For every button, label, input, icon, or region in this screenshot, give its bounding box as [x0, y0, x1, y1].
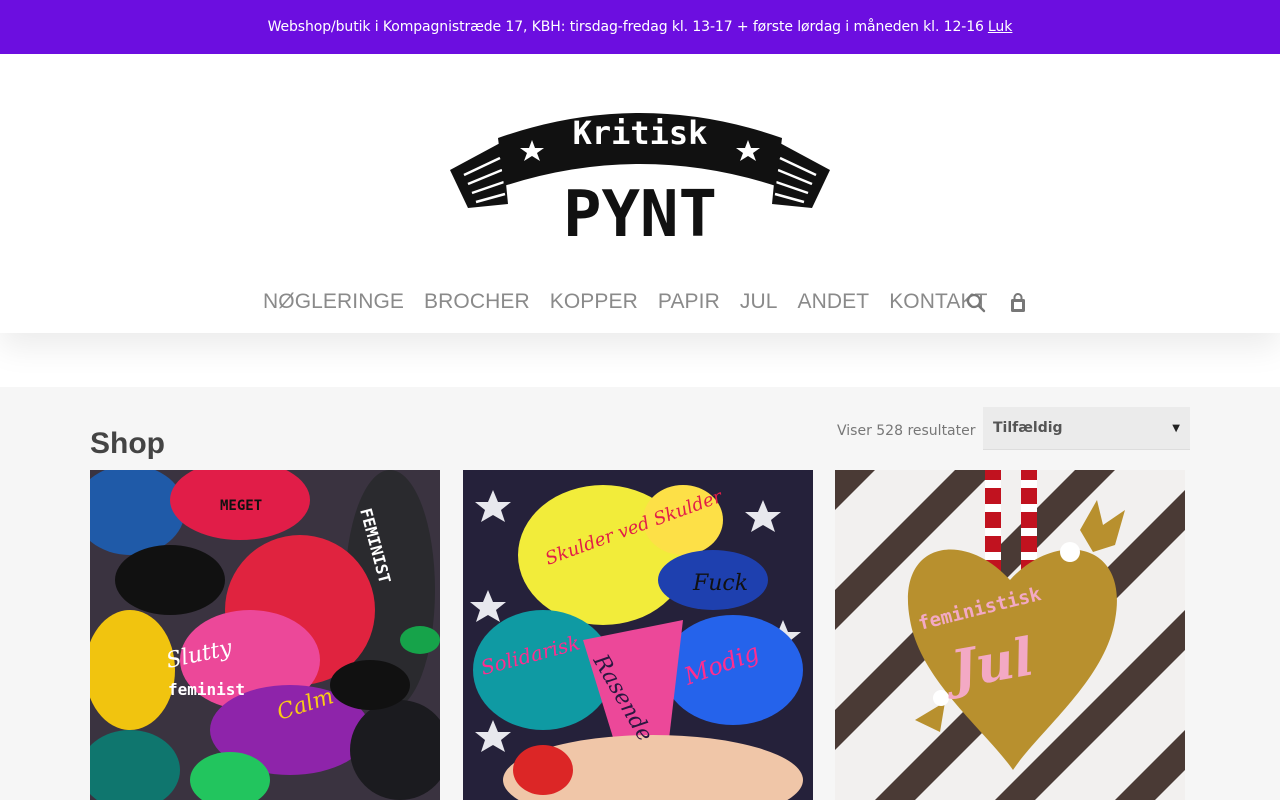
announcement-text: Webshop/butik i Kompagnistræde 17, KBH: …: [267, 19, 984, 35]
nav-item-papir[interactable]: PAPIR: [658, 290, 720, 314]
nav-item-jul[interactable]: JUL: [740, 290, 778, 314]
page-title: Shop: [90, 427, 165, 460]
product-image: feministisk Jul: [835, 470, 1185, 800]
nav-item-brocher[interactable]: BROCHER: [424, 290, 530, 314]
header-spacer: [0, 333, 1280, 387]
product-card[interactable]: Skulder ved Skulder Solidarisk Rasende M…: [463, 470, 813, 800]
nav-item-andet[interactable]: ANDET: [798, 290, 870, 314]
chevron-down-icon: ▼: [1172, 422, 1180, 434]
nav-item-kopper[interactable]: KOPPER: [550, 290, 638, 314]
product-card[interactable]: feministisk Jul: [835, 470, 1185, 800]
product-image-text: Fuck: [692, 571, 748, 596]
logo-text-kritisk: Kritisk: [573, 114, 708, 152]
logo-text-pynt: PYNT: [563, 178, 717, 245]
product-image-text: feminist: [168, 680, 245, 699]
shopping-bag-icon[interactable]: [1007, 292, 1029, 314]
header-tools: [965, 292, 1049, 314]
announcement-bar: Webshop/butik i Kompagnistræde 17, KBH: …: [0, 0, 1280, 54]
nav-item-noegleringe[interactable]: NØGLERINGE: [263, 290, 404, 314]
shop-main: Shop Viser 528 resultater Tilfældig ▼ Sl…: [0, 387, 1280, 800]
product-card[interactable]: Slutty feminist Calm FEMINIST MEGET: [90, 470, 440, 800]
sort-selected-value: Tilfældig: [993, 420, 1063, 436]
result-count: Viser 528 resultater: [837, 423, 976, 439]
sort-select[interactable]: Tilfældig ▼: [983, 407, 1190, 450]
product-image: Skulder ved Skulder Solidarisk Rasende M…: [463, 470, 813, 800]
announcement-close-link[interactable]: Luk: [988, 19, 1013, 35]
product-image: Slutty feminist Calm FEMINIST MEGET: [90, 470, 440, 800]
site-header: Kritisk PYNT NØGLERINGE BROCHER KOPPER P…: [0, 54, 1280, 333]
main-nav: NØGLERINGE BROCHER KOPPER PAPIR JUL ANDE…: [263, 290, 988, 314]
product-image-text: MEGET: [220, 498, 262, 514]
site-logo[interactable]: Kritisk PYNT: [450, 100, 830, 245]
search-icon[interactable]: [965, 292, 987, 314]
